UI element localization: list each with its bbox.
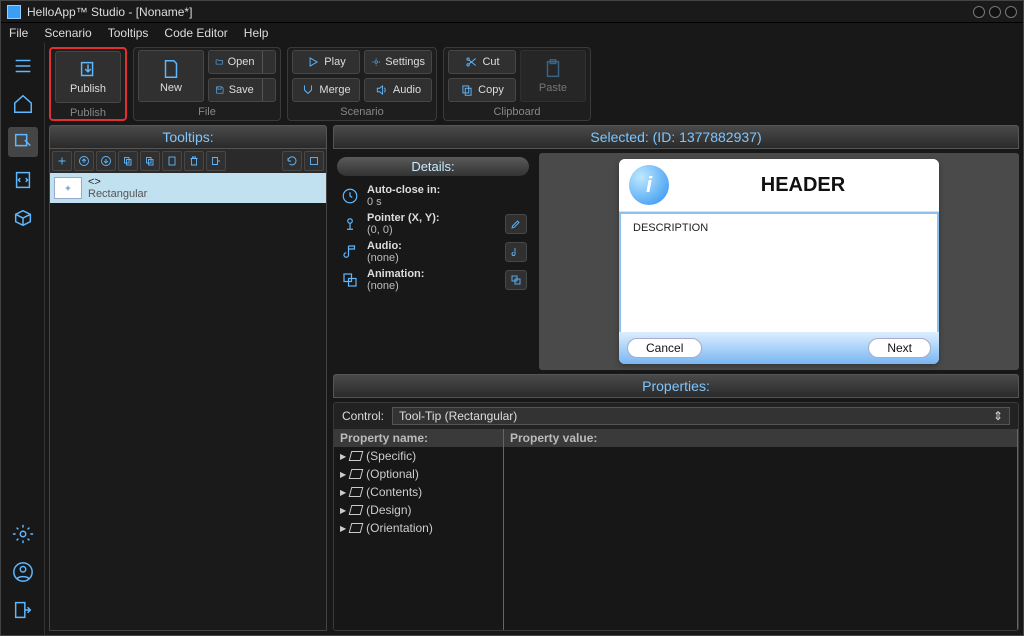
folder-open-icon	[215, 55, 224, 69]
tooltip-item-subtitle: Rectangular	[88, 188, 147, 200]
details-header: Details:	[337, 157, 529, 176]
audio-edit-button[interactable]	[505, 242, 527, 262]
pointer-edit-button[interactable]	[505, 214, 527, 234]
animation-icon	[339, 269, 361, 291]
group-label-publish: Publish	[51, 105, 125, 122]
ribbon-group-publish: Publish Publish	[49, 47, 127, 121]
tooltip-down[interactable]	[96, 151, 116, 171]
tooltip-paste[interactable]	[162, 151, 182, 171]
save-dropdown[interactable]	[262, 79, 269, 101]
tooltip-up[interactable]	[74, 151, 94, 171]
save-button[interactable]: Save	[208, 78, 276, 102]
gear-icon	[371, 55, 381, 69]
chevron-updown-icon: ⇕	[993, 409, 1003, 423]
titlebar: HelloApp™ Studio - [Noname*]	[1, 1, 1023, 23]
rail-package[interactable]	[8, 203, 38, 233]
menu-code-editor[interactable]: Code Editor	[164, 26, 227, 40]
properties-col-value: Property value:	[504, 429, 1017, 447]
settings-button[interactable]: Settings	[364, 50, 432, 74]
menu-file[interactable]: File	[9, 26, 28, 40]
clock-icon	[339, 185, 361, 207]
paste-button[interactable]: Paste	[520, 50, 586, 102]
publish-button[interactable]: Publish	[55, 51, 121, 103]
rail-exit[interactable]	[8, 595, 38, 625]
animation-edit-button[interactable]	[505, 270, 527, 290]
ribbon-group-scenario: Play Merge Settings Audio Scenario	[287, 47, 437, 121]
cut-button[interactable]: Cut	[448, 50, 516, 74]
audio-button[interactable]: Audio	[364, 78, 432, 102]
tooltip-copy2[interactable]	[140, 151, 160, 171]
properties-col-name: Property name:	[334, 429, 503, 447]
publish-icon	[77, 59, 99, 81]
play-button[interactable]: Play	[292, 50, 360, 74]
control-label: Control:	[342, 409, 384, 423]
tooltip-list-item[interactable]: ◈ <> Rectangular	[50, 173, 326, 203]
selected-panel-header: Selected: (ID: 1377882937)	[333, 125, 1019, 149]
prop-node-contents[interactable]: ▶(Contents)	[334, 483, 503, 501]
open-dropdown[interactable]	[262, 51, 269, 73]
menu-help[interactable]: Help	[244, 26, 269, 40]
rail-user[interactable]	[8, 557, 38, 587]
prop-node-orientation[interactable]: ▶(Orientation)	[334, 519, 503, 537]
preview-cancel-button[interactable]: Cancel	[627, 338, 702, 358]
rail-settings[interactable]	[8, 519, 38, 549]
tooltips-panel-header: Tooltips:	[49, 125, 327, 149]
tooltip-add[interactable]	[52, 151, 72, 171]
menu-tooltips[interactable]: Tooltips	[108, 26, 149, 40]
copy-button[interactable]: Copy	[448, 78, 516, 102]
properties-panel-header: Properties:	[333, 374, 1019, 398]
prop-node-design[interactable]: ▶(Design)	[334, 501, 503, 519]
scissors-icon	[464, 55, 478, 69]
play-icon	[306, 55, 320, 69]
merge-button[interactable]: Merge	[292, 78, 360, 102]
maximize-button[interactable]	[989, 6, 1001, 18]
note-icon	[339, 241, 361, 263]
new-button[interactable]: New	[138, 50, 204, 102]
tooltip-collapse[interactable]	[304, 151, 324, 171]
control-select[interactable]: Tool-Tip (Rectangular) ⇕	[392, 407, 1010, 425]
menu-scenario[interactable]: Scenario	[44, 26, 91, 40]
tooltip-item-title: <>	[88, 176, 147, 188]
tooltips-toolbar	[50, 149, 326, 173]
preview-next-button[interactable]: Next	[868, 338, 931, 358]
nav-rail	[1, 43, 45, 635]
prop-node-optional[interactable]: ▶(Optional)	[334, 465, 503, 483]
prop-node-specific[interactable]: ▶(Specific)	[334, 447, 503, 465]
merge-icon	[301, 83, 315, 97]
preview-description: DESCRIPTION	[619, 212, 939, 332]
preview-area: i HEADER DESCRIPTION Cancel Next	[539, 153, 1019, 370]
tooltip-refresh[interactable]	[282, 151, 302, 171]
window-title: HelloApp™ Studio - [Noname*]	[27, 5, 192, 19]
tooltip-delete[interactable]	[184, 151, 204, 171]
rail-hamburger[interactable]	[8, 51, 38, 81]
tooltip-copy1[interactable]	[118, 151, 138, 171]
ribbon-group-file: New Open Save File	[133, 47, 281, 121]
file-icon	[160, 58, 182, 80]
rail-home[interactable]	[8, 89, 38, 119]
pointer-icon	[339, 213, 361, 235]
rail-code[interactable]	[8, 165, 38, 195]
details-panel: Details: Auto-close in:0 s Pointer (X, Y…	[333, 153, 533, 370]
clipboard-icon	[542, 58, 564, 80]
tooltip-preview: i HEADER DESCRIPTION Cancel Next	[619, 159, 939, 364]
open-button[interactable]: Open	[208, 50, 276, 74]
save-icon	[215, 83, 225, 97]
tooltip-export[interactable]	[206, 151, 226, 171]
minimize-button[interactable]	[973, 6, 985, 18]
publish-label: Publish	[70, 83, 106, 95]
copy-icon	[460, 83, 474, 97]
info-icon: i	[629, 165, 669, 205]
preview-header: HEADER	[677, 174, 929, 197]
ribbon-group-clipboard: Cut Copy Paste Clipboard	[443, 47, 591, 121]
tooltip-thumbnail: ◈	[54, 177, 82, 199]
close-button[interactable]	[1005, 6, 1017, 18]
app-logo-icon	[7, 5, 21, 19]
rail-edit[interactable]	[8, 127, 38, 157]
audio-icon	[375, 83, 389, 97]
menu-bar: File Scenario Tooltips Code Editor Help	[1, 23, 1023, 43]
ribbon: Publish Publish New Open	[45, 43, 1023, 121]
